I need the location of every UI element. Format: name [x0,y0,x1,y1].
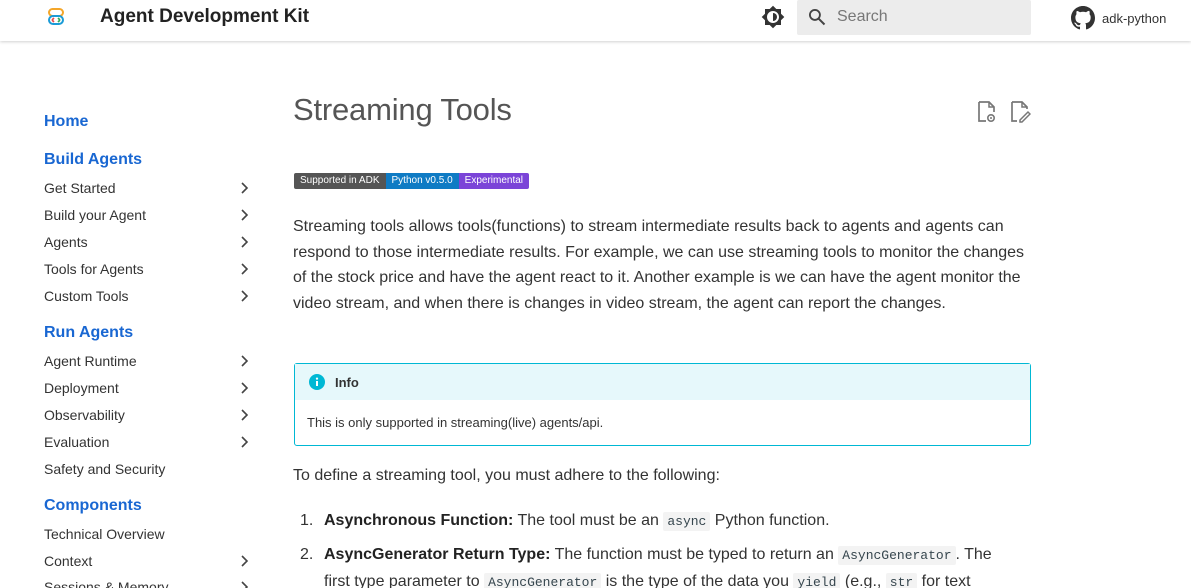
chevron-right-icon [241,236,249,248]
sidebar-item-deployment[interactable]: Deployment [44,378,254,400]
sidebar-item-label: Safety and Security [44,461,166,477]
chevron-right-icon [241,581,249,588]
sidebar-item-tools-for-agents[interactable]: Tools for Agents [44,259,254,281]
list-item-text: Python function. [710,512,830,529]
sidebar-item-custom-tools[interactable]: Custom Tools [44,286,254,308]
chevron-right-icon [241,382,249,394]
intro-paragraph: Streaming tools allows tools(functions) … [293,218,1025,312]
admonition-title: Info [335,375,359,390]
lead-paragraph: To define a streaming tool, you must adh… [293,467,720,484]
sidebar-item-label: Context [44,553,93,569]
chevron-right-icon [241,290,249,302]
info-icon [309,374,325,390]
sidebar-item-observability[interactable]: Observability [44,405,254,427]
sidebar-item-home[interactable]: Home [44,113,88,131]
adk-logo-icon[interactable] [46,7,66,27]
sidebar-item-agents[interactable]: Agents [44,232,254,254]
sidebar-item-label: Deployment [44,380,119,396]
repo-label: adk-python [1102,10,1167,26]
list-item-content: Asynchronous Function: The tool must be … [324,508,1014,535]
chevron-right-icon [241,263,249,275]
sidebar-item-label: Custom Tools [44,288,129,304]
admonition-header: Info [295,364,1030,400]
sidebar-item-label: Tools for Agents [44,261,144,277]
sidebar-item-label: Observability [44,407,125,423]
sidebar-item-context[interactable]: Context [44,551,254,573]
list-item-text: The tool must be an [513,512,664,529]
inline-code: AsyncGenerator [484,572,602,588]
nav-section-build-agents[interactable]: Build Agents [44,151,142,169]
chevron-right-icon [241,355,249,367]
sidebar-item-label: Agent Runtime [44,353,137,369]
sidebar-item-label: Evaluation [44,434,110,450]
chevron-right-icon [241,209,249,221]
view-source-icon[interactable] [976,100,998,124]
inline-code: async [663,512,711,531]
list-item-text: The function must be typed to return an [550,546,839,563]
sidebar-item-label: Sessions & Memory [44,579,169,588]
site-title[interactable]: Agent Development Kit [100,6,309,28]
sidebar-item-label: Technical Overview [44,526,165,542]
sidebar-item-safety-and-security[interactable]: Safety and Security [44,459,254,481]
list-item-content: AsyncGenerator Return Type: The function… [324,542,1014,588]
list-item-heading: AsyncGenerator Return Type: [324,546,551,563]
info-admonition: Info This is only supported in streaming… [294,363,1031,446]
search-input[interactable] [837,3,1022,31]
sidebar-item-evaluation[interactable]: Evaluation [44,432,254,454]
list-item-text: is the type of the data you [601,572,794,588]
repo-link[interactable]: adk-python [1071,6,1166,30]
sidebar-item-build-your-agent[interactable]: Build your Agent [44,205,254,227]
badge-supported: Supported in ADK [294,173,386,189]
nav-section-run-agents[interactable]: Run Agents [44,324,133,342]
sidebar-item-label: Build your Agent [44,207,146,223]
chevron-right-icon [241,436,249,448]
admonition-body: This is only supported in streaming(live… [307,415,604,430]
version-badges: Supported in ADK Python v0.5.0 Experimen… [294,173,530,189]
inline-code: str [885,572,918,588]
list-item-heading: Asynchronous Function: [324,512,514,529]
sidebar-item-label: Get Started [44,180,116,196]
sidebar-item-technical-overview[interactable]: Technical Overview [44,524,254,546]
search-box[interactable] [797,0,1031,35]
nav-section-components[interactable]: Components [44,497,142,515]
sidebar-item-sessions-memory[interactable]: Sessions & Memory [44,577,254,588]
page-title: Streaming Tools [293,92,512,127]
chevron-right-icon [241,182,249,194]
search-icon [809,9,826,26]
list-item-text: (e.g., [840,572,886,588]
sidebar-item-label: Agents [44,234,88,250]
top-header: Agent Development Kit adk-python [0,0,1191,41]
badge-experimental: Experimental [458,173,530,189]
list-item-text: for text [917,572,971,588]
chevron-right-icon [241,409,249,421]
inline-code: AsyncGenerator [838,546,956,565]
brightness-icon[interactable] [761,5,785,29]
edit-page-icon[interactable] [1009,100,1031,124]
sidebar-item-get-started[interactable]: Get Started [44,178,254,200]
inline-code: yield [793,572,841,588]
list-number: 2. [300,546,314,563]
list-number: 1. [300,512,314,529]
chevron-right-icon [241,555,249,567]
sidebar-item-agent-runtime[interactable]: Agent Runtime [44,351,254,373]
badge-python-version: Python v0.5.0 [385,173,459,189]
github-icon [1071,6,1095,30]
